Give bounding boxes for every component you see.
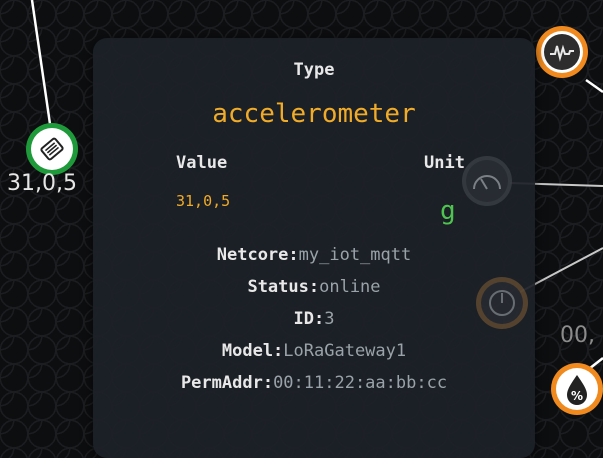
value-value: 31,0,5 — [176, 192, 231, 210]
info-id: ID:3 — [93, 309, 535, 329]
gauge-node[interactable] — [462, 156, 512, 206]
humidity-percent-icon: % — [567, 375, 587, 405]
unit-heading: Unit — [424, 153, 465, 173]
status-label: Status: — [247, 277, 320, 297]
info-status: Status:online — [93, 277, 535, 297]
type-heading: Type — [293, 60, 335, 80]
permaddr-label: PermAddr: — [180, 373, 274, 393]
node-info-panel: Type accelerometer Value 31,0,5 Unit g N… — [93, 38, 535, 458]
netcore-label: Netcore: — [216, 245, 299, 265]
status-value: online — [319, 277, 381, 297]
signal-node[interactable] — [536, 26, 588, 78]
accelerometer-icon — [40, 137, 64, 161]
value-heading: Value — [176, 153, 228, 173]
accelerometer-node[interactable] — [26, 123, 78, 175]
svg-text:%: % — [571, 389, 583, 403]
model-value: LoRaGateway1 — [283, 341, 407, 361]
accelerometer-node-label: 31,0,5 — [7, 171, 77, 196]
info-permaddr: PermAddr:00:11:22:aa:bb:cc — [93, 373, 535, 393]
dial-gauge-node[interactable] — [476, 277, 528, 329]
gauge-icon — [473, 175, 501, 190]
id-label: ID: — [293, 309, 325, 329]
netcore-value: my_iot_mqtt — [298, 245, 412, 265]
model-label: Model: — [221, 341, 284, 361]
humidity-node-label: 00, — [560, 323, 595, 348]
type-value: accelerometer — [212, 99, 416, 129]
info-model: Model:LoRaGateway1 — [93, 341, 535, 361]
permaddr-value: 00:11:22:aa:bb:cc — [273, 373, 448, 393]
id-value: 3 — [324, 309, 335, 329]
unit-value: g — [440, 196, 456, 226]
signal-wave-icon — [550, 44, 574, 62]
dial-gauge-icon — [489, 290, 515, 316]
humidity-percent-node[interactable]: % — [551, 363, 603, 415]
info-netcore: Netcore:my_iot_mqtt — [93, 245, 535, 265]
